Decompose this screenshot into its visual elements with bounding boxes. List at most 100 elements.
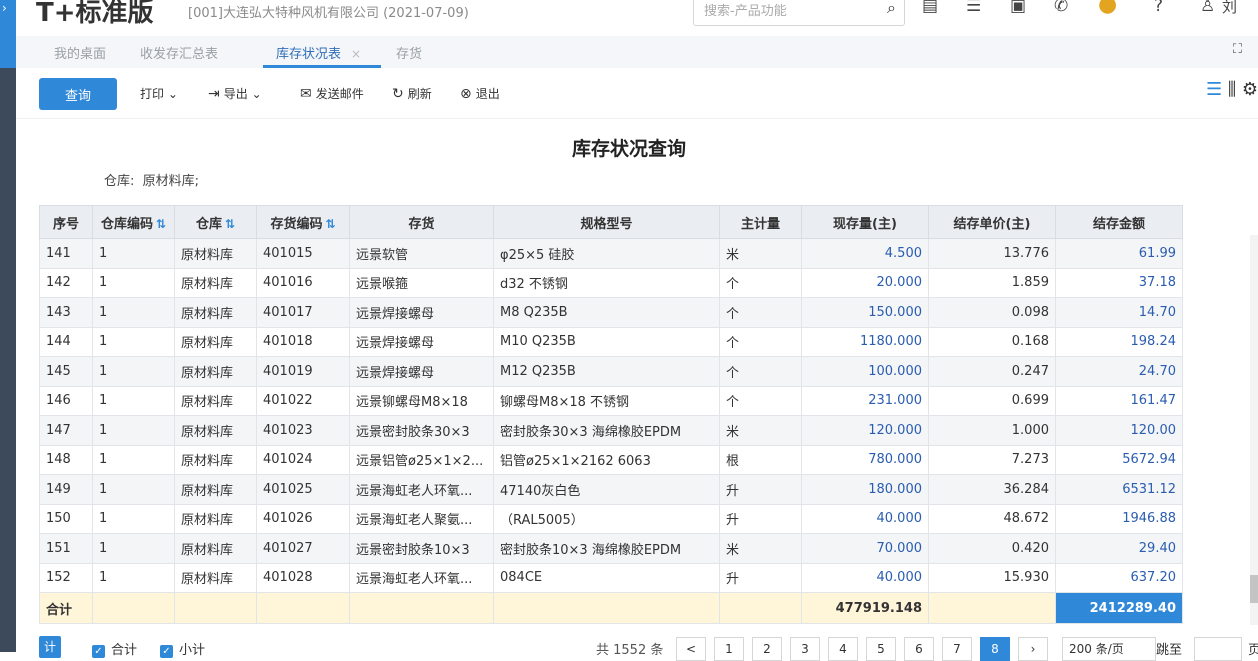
user-icon[interactable]: ♙ [1200,0,1215,16]
page-2[interactable]: 2 [752,637,782,661]
cell-unit: 个 [719,326,802,357]
col-unit[interactable]: 主计量 [719,205,802,239]
cell-item: 远景焊接螺母 [349,297,494,328]
subtotal-checkbox[interactable]: ✓ 小计 [160,639,205,658]
table-row[interactable]: 141 1 原材料库 401015 远景软管 φ25×5 硅胶米 4.500 13.776 61… [39,238,1183,269]
total-amount[interactable]: 2412289.40 [1055,592,1183,624]
cell-code: 401026 [256,503,350,534]
menu-icon[interactable]: › [2,1,7,15]
page-3[interactable]: 3 [790,637,820,661]
page-7[interactable]: 7 [942,637,972,661]
col-price[interactable]: 结存单价(主) [928,205,1056,239]
search-box[interactable]: 搜索-产品功能 ⌕ [693,0,905,26]
page-4[interactable]: 4 [828,637,858,661]
table-row[interactable]: 148 1 原材料库 401024 远景铝管ø25×1×2... 铝管ø25×1×2162… [39,444,1183,475]
prev-page-button[interactable]: < [676,637,706,661]
table-row[interactable]: 151 1 原材料库 401027 远景密封胶条10×3 密封胶条10×3 海绵橡胶EPD… [39,533,1183,564]
table-row[interactable]: 149 1 原材料库 401025 远景海虹老人环氧... 47140灰白色升 180.00… [39,474,1183,505]
cell-spec: φ25×5 硅胶 [493,238,720,269]
user-name[interactable]: 刘 [1222,0,1237,17]
cell-code: 401015 [256,238,350,269]
cell-amount: 24.70 [1055,356,1183,387]
cell-item: 远景铝管ø25×1×2... [349,444,494,475]
export-label: 导出 [223,87,248,101]
page-6[interactable]: 6 [904,637,934,661]
query-button[interactable]: 查询 [39,78,117,110]
table-row[interactable]: 150 1 原材料库 401026 远景海虹老人聚氨... （RAL5005）升 40.00… [39,503,1183,534]
cell-code: 401027 [256,533,350,564]
phone-icon[interactable]: ✆ [1054,0,1068,16]
search-input[interactable]: 搜索-产品功能 [704,0,787,19]
table-row[interactable]: 152 1 原材料库 401028 远景海虹老人环氧... 084CE 升 40.000 15.… [39,562,1183,593]
tab-summary[interactable]: 收发存汇总表 [140,43,218,62]
warehouse-filter-value: 原材料库; [142,174,200,189]
page-5[interactable]: 5 [866,637,896,661]
chevron-down-icon: ⌄ [167,87,178,101]
refresh-button[interactable]: ↻ 刷新 [392,85,432,102]
cell-wh-code: 1 [92,415,175,446]
fullscreen-icon[interactable]: ⛶ [1233,42,1242,57]
exit-button[interactable]: ⊗ 退出 [460,85,500,102]
cell-unit: 升 [719,562,802,593]
table-row[interactable]: 143 1 原材料库 401017 远景焊接螺母 M8 Q235B 个 150.000 0.09… [39,297,1183,328]
col-qty[interactable]: 现存量(主) [801,205,929,239]
scrollbar-thumb[interactable] [1250,575,1258,603]
sort-icon[interactable]: ⇅ [156,217,166,231]
sort-icon[interactable]: ⇅ [225,217,235,231]
cell-unit: 个 [719,297,802,328]
col-warehouse[interactable]: 仓库 ⇅ [174,205,257,239]
page-1[interactable]: 1 [714,637,744,661]
vertical-scrollbar[interactable] [1250,235,1258,625]
col-item-code-label: 存货编码 [270,216,323,232]
tab-close-icon[interactable]: × [351,47,361,61]
table-row[interactable]: 142 1 原材料库 401016 远景喉箍 d32 不锈钢个 20.000 1.859 37.… [39,267,1183,298]
col-amount[interactable]: 结存金额 [1055,205,1183,239]
table-row[interactable]: 146 1 原材料库 401022 远景铆螺母M8×18 铆螺母M8×18 不锈钢个 231… [39,385,1183,416]
cell-wh-code: 1 [92,474,175,505]
jump-label: 跳至 [1156,643,1183,658]
cell-qty: 1180.000 [801,326,929,357]
next-page-button[interactable]: › [1018,637,1048,661]
jump-input[interactable] [1194,637,1242,661]
page-size-select[interactable]: 200 条/页 [1062,637,1156,661]
sort-icon[interactable]: ⇅ [325,217,335,231]
col-seq[interactable]: 序号 [39,205,93,239]
cell-spec: d32 不锈钢 [493,267,720,298]
cell-unit: 个 [719,267,802,298]
close-circle-icon: ⊗ [460,86,472,102]
help-icon[interactable]: ? [1154,0,1163,16]
table-row[interactable]: 144 1 原材料库 401018 远景焊接螺母 M10 Q235B 个 1180.000 0.… [39,326,1183,357]
col-item-code[interactable]: 存货编码 ⇅ [256,205,350,239]
total-checkbox[interactable]: ✓ 合计 [92,639,137,658]
cell-code: 401024 [256,444,350,475]
calc-button[interactable]: 计 [39,636,61,658]
app-header: T+标准版 [001]大连弘大特种风机有限公司 (2021-07-09) 搜索-… [16,0,1258,36]
cell-wh: 原材料库 [174,267,257,298]
page-8[interactable]: 8 [980,637,1010,661]
chart-view-icon[interactable]: ⫼ [1228,79,1236,100]
list-icon[interactable]: ☰ [966,0,981,16]
col-warehouse-code[interactable]: 仓库编码 ⇅ [92,205,175,239]
cell-amount: 61.99 [1055,238,1183,269]
mascot-icon[interactable]: ● [1098,0,1117,17]
cell-qty: 120.000 [801,415,929,446]
screen-icon[interactable]: ▣ [1010,0,1026,16]
table-row[interactable]: 147 1 原材料库 401023 远景密封胶条30×3 密封胶条30×3 海绵橡胶EPD… [39,415,1183,446]
cell-unit: 升 [719,503,802,534]
col-spec[interactable]: 规格型号 [493,205,720,239]
tab-inventory-status[interactable]: 库存状况表 × [276,43,361,62]
print-button[interactable]: 打印 ⌄ [140,85,178,102]
list-view-icon[interactable]: ☰ [1206,79,1222,100]
cell-price: 15.930 [928,562,1056,593]
tab-desktop[interactable]: 我的桌面 [54,43,106,62]
cell-code: 401016 [256,267,350,298]
export-button[interactable]: ⇥ 导出 ⌄ [208,85,262,102]
send-email-button[interactable]: ✉ 发送邮件 [300,85,364,102]
tab-stock[interactable]: 存货 [396,43,422,62]
search-icon[interactable]: ⌕ [887,0,896,18]
cell-item: 远景铆螺母M8×18 [349,385,494,416]
calculator-icon[interactable]: ▤ [922,0,938,16]
table-row[interactable]: 145 1 原材料库 401019 远景焊接螺母 M12 Q235B 个 100.000 0.2… [39,356,1183,387]
col-item[interactable]: 存货 [349,205,494,239]
settings-icon[interactable]: ⚙ [1242,79,1258,100]
